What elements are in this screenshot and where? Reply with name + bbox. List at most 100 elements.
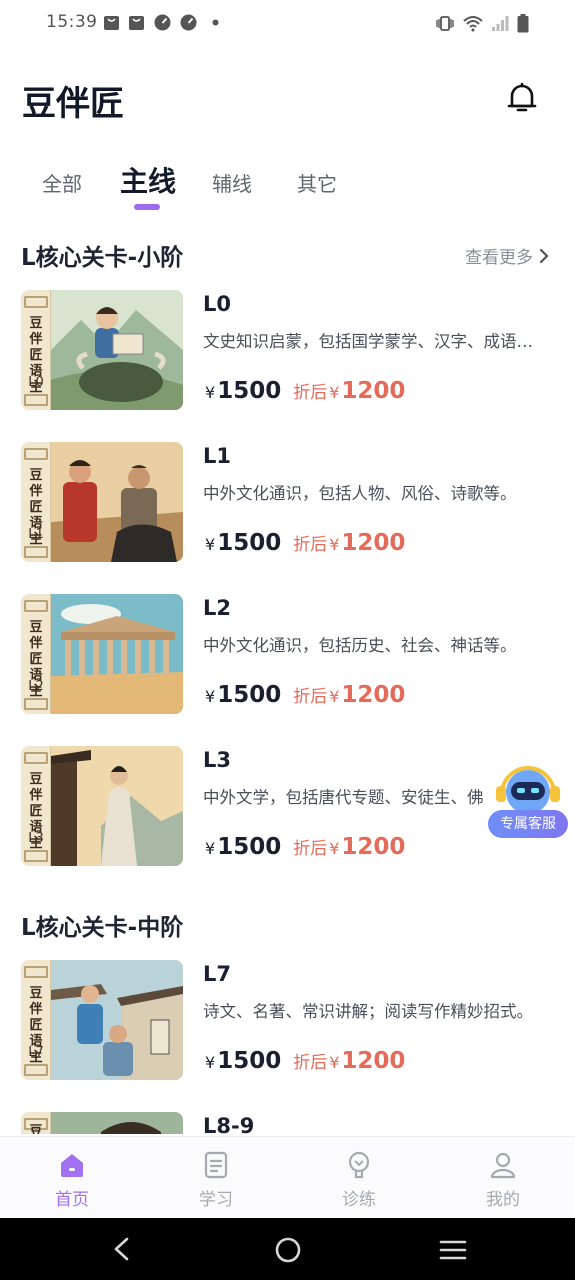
course-card-l1[interactable]: 豆伴匠语主 L1 L1 中外文化通识，包括人物、风俗、诗歌等。 ¥ 1500 折… <box>21 442 561 564</box>
discount-label: 折后 <box>293 383 328 403</box>
course-description: 中外文化通识，包括人物、风俗、诗歌等。 <box>203 484 517 503</box>
course-thumbnail: 豆伴匠语主 L1 <box>21 442 183 562</box>
discount-label: 折后 <box>293 839 328 859</box>
thumbnail-badge: 豆伴匠语主 L2 <box>21 594 51 714</box>
course-description: 中外文化通识，包括历史、社会、神话等。 <box>203 636 517 655</box>
discount-label: 折后 <box>293 535 328 555</box>
course-description: 诗文、名著、常识讲解；阅读写作精妙招式。 <box>203 1002 533 1021</box>
course-level-title: L2 <box>203 596 231 620</box>
see-more-label: 查看更多 <box>465 248 533 268</box>
battery-icon <box>517 14 529 33</box>
bottom-navigation: 首页 学习 诊练 我的 <box>0 1136 575 1218</box>
vibrate-icon <box>436 16 454 31</box>
thumbnail-badge: 豆 <box>21 1112 51 1134</box>
document-icon <box>204 1151 228 1179</box>
village-scene-illustration <box>51 960 183 1080</box>
warriors-illustration <box>51 442 183 562</box>
price-row: ¥ 1500 折后 ¥ 1200 <box>205 682 405 708</box>
discount-price: 1200 <box>341 530 406 556</box>
badge-level: L0 <box>28 375 44 390</box>
course-card-l3[interactable]: 豆伴匠语主 L3 L3 中外文学，包括唐代专题、安徒生、佛 ¥ 1500 折后 … <box>21 746 561 868</box>
currency-symbol: ¥ <box>329 687 340 706</box>
course-thumbnail: 豆伴匠语主 L2 <box>21 594 183 714</box>
tab-others[interactable]: 其它 <box>297 168 337 197</box>
course-level-title: L1 <box>203 444 231 468</box>
back-icon[interactable] <box>110 1236 134 1262</box>
wifi-icon <box>463 16 483 32</box>
recent-apps-icon[interactable] <box>439 1238 467 1262</box>
shopping-bag-icon <box>129 16 144 30</box>
course-thumbnail: 豆 <box>21 1112 183 1134</box>
tab-all[interactable]: 全部 <box>42 168 82 197</box>
original-price: 1500 <box>217 378 282 404</box>
badge-level: L3 <box>28 831 44 846</box>
category-tabs: 全部 主线 辅线 其它 <box>0 158 575 214</box>
nav-practice-label: 诊练 <box>342 1190 376 1210</box>
nav-study-label: 学习 <box>199 1190 233 1210</box>
price-row: ¥ 1500 折后 ¥ 1200 <box>205 378 405 404</box>
notification-dot-icon <box>212 19 219 26</box>
status-time: 15:39 <box>46 12 98 32</box>
user-icon <box>490 1152 516 1179</box>
discount-price: 1200 <box>341 834 406 860</box>
home-circle-icon[interactable] <box>274 1236 302 1264</box>
status-bar: 15:39 <box>0 0 575 48</box>
currency-symbol: ¥ <box>205 687 216 706</box>
thumbnail-badge: 豆伴匠语主 L1 <box>21 442 51 562</box>
course-card-l7[interactable]: 豆伴匠语主 L7 L7 诗文、名著、常识讲解；阅读写作精妙招式。 ¥ 1500 … <box>21 960 561 1082</box>
badge-text: 豆 <box>29 1124 43 1134</box>
course-thumbnail: 豆伴匠语主 L0 <box>21 290 183 410</box>
course-card-l8-9[interactable]: 豆 L8-9 <box>21 1112 561 1134</box>
discount-price: 1200 <box>341 1048 406 1074</box>
nav-profile-label: 我的 <box>486 1190 520 1210</box>
course-level-title: L0 <box>203 292 231 316</box>
currency-symbol: ¥ <box>205 1053 216 1072</box>
discount-price: 1200 <box>341 378 406 404</box>
thumbnail-badge: 豆伴匠语主 L3 <box>21 746 51 866</box>
signal-icon <box>492 16 509 31</box>
speedometer-icon <box>154 14 171 31</box>
course-level-title: L8-9 <box>203 1114 255 1134</box>
discount-label: 折后 <box>293 687 328 707</box>
currency-symbol: ¥ <box>329 839 340 858</box>
thumbnail-badge: 豆伴匠语主 L7 <box>21 960 51 1080</box>
course-thumbnail: 豆伴匠语主 L3 <box>21 746 183 866</box>
nav-practice[interactable]: 诊练 <box>309 1147 409 1213</box>
badge-level: L7 <box>28 1045 44 1060</box>
system-navigation-bar <box>0 1218 575 1280</box>
course-card-l0[interactable]: 豆伴匠语主 L0 L0 文史知识启蒙，包括国学蒙学、汉字、成语… ¥ 1500 … <box>21 290 561 412</box>
home-icon <box>61 1154 83 1177</box>
currency-symbol: ¥ <box>329 383 340 402</box>
thumbnail-badge: 豆伴匠语主 L0 <box>21 290 51 410</box>
original-price: 1500 <box>217 682 282 708</box>
active-tab-indicator <box>134 204 160 210</box>
boy-on-ox-illustration <box>51 290 183 410</box>
currency-symbol: ¥ <box>205 535 216 554</box>
badge-level: L2 <box>28 679 44 694</box>
app-title: 豆伴匠 <box>22 84 124 124</box>
course-description: 文史知识启蒙，包括国学蒙学、汉字、成语… <box>203 332 533 351</box>
customer-service-button[interactable]: 专属客服 <box>488 760 570 842</box>
chevron-right-icon <box>539 248 549 263</box>
see-more-link[interactable]: 查看更多 <box>465 243 549 268</box>
course-thumbnail: 豆伴匠语主 L7 <box>21 960 183 1080</box>
price-row: ¥ 1500 折后 ¥ 1200 <box>205 530 405 556</box>
nav-study[interactable]: 学习 <box>166 1147 266 1213</box>
tab-side-line[interactable]: 辅线 <box>212 168 252 197</box>
original-price: 1500 <box>217 834 282 860</box>
scholar-illustration <box>51 746 183 866</box>
tab-main-line[interactable]: 主线 <box>120 160 176 200</box>
course-list[interactable]: L核心关卡-小阶 查看更多 豆伴匠语主 L0 L0 文史知识启蒙，包括国学蒙学、… <box>0 222 575 1134</box>
shopping-bag-icon <box>104 16 119 30</box>
section-title: L核心关卡-小阶 <box>21 245 184 271</box>
course-level-title: L7 <box>203 962 231 986</box>
currency-symbol: ¥ <box>329 535 340 554</box>
nav-profile[interactable]: 我的 <box>453 1147 553 1213</box>
nav-home[interactable]: 首页 <box>22 1147 122 1213</box>
robot-headset-icon <box>496 766 560 814</box>
price-row: ¥ 1500 折后 ¥ 1200 <box>205 834 405 860</box>
lightbulb-icon <box>348 1151 370 1179</box>
notification-bell-icon[interactable] <box>504 80 540 116</box>
course-card-l2[interactable]: 豆伴匠语主 L2 L2 中外文化通识，包括历史、社会、神话等。 ¥ 1500 折… <box>21 594 561 716</box>
discount-label: 折后 <box>293 1053 328 1073</box>
